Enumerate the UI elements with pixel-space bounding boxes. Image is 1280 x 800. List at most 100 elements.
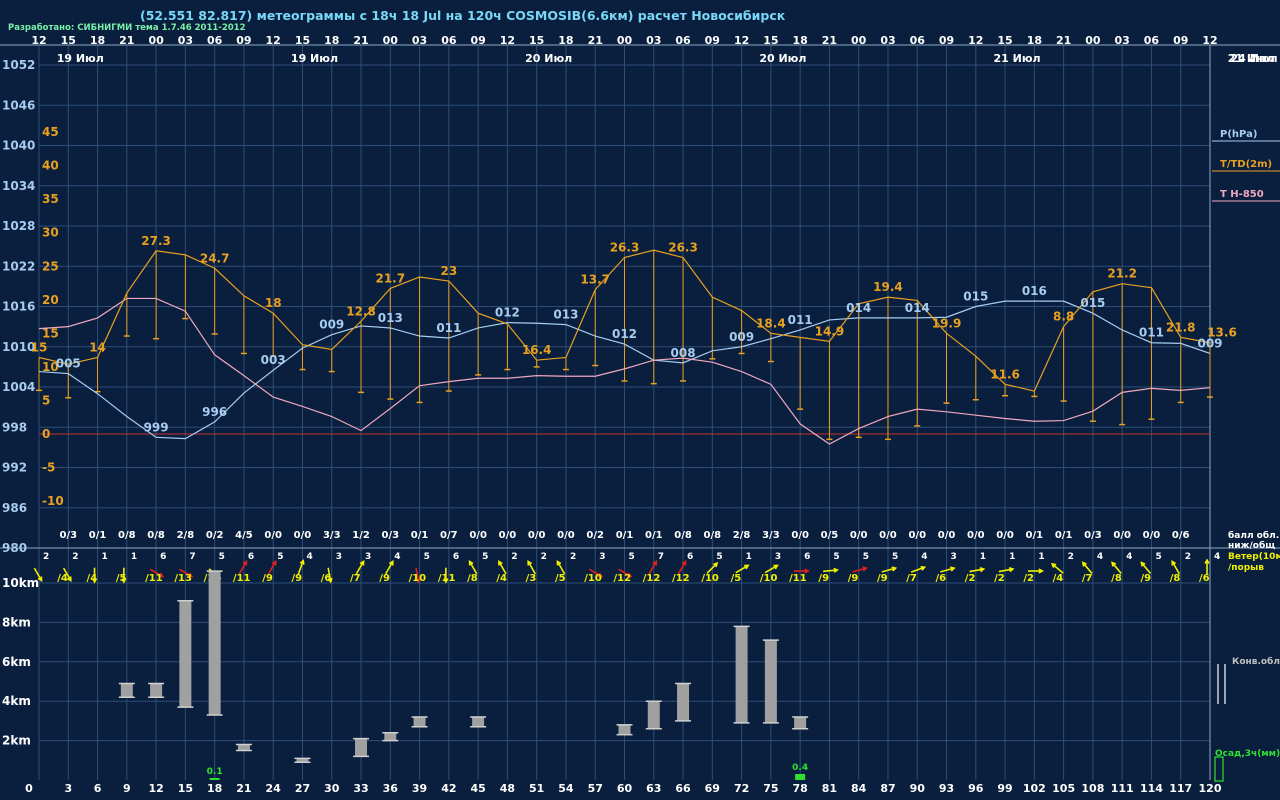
temperature-value-label: 14.9 <box>815 324 845 338</box>
top-axis-hour-label: 06 <box>441 34 457 47</box>
wind-speed-value: 2 <box>541 552 547 562</box>
height-tick-label: 8km <box>2 615 31 629</box>
bottom-axis-hour-label: 57 <box>588 782 603 795</box>
cloud-cover-value: 2/8 <box>177 530 195 541</box>
cloud-cover-value: 0/0 <box>557 530 575 541</box>
cloud-cover-value: 0/3 <box>382 530 400 541</box>
bottom-axis-hour-label: 78 <box>792 782 807 795</box>
legend-pressure: P(hPa) <box>1220 129 1257 140</box>
pressure-value-label: 013 <box>378 311 403 325</box>
wind-speed-value: 6 <box>453 552 459 562</box>
wind-speed-value: 1 <box>746 552 752 562</box>
pressure-tick-label: 1028 <box>2 219 35 233</box>
wind-speed-value: 3 <box>951 552 957 562</box>
convective-cloud-bar <box>794 716 807 729</box>
wind-arrow <box>267 561 277 575</box>
temperature-value-label: 19.9 <box>932 316 962 330</box>
top-axis-hour-label: 06 <box>1144 34 1160 47</box>
wind-gust-value: /4 <box>57 573 68 584</box>
wind-gust-value: /9 <box>877 573 888 584</box>
wind-gust-value: /7 <box>350 573 361 584</box>
wind-arrow <box>1140 562 1152 575</box>
left-axes: 1052104610401034102810221016101010049989… <box>2 58 64 748</box>
bottom-axis-hour-label: 105 <box>1052 782 1075 795</box>
pressure-value-label: 013 <box>553 308 578 322</box>
wind-speed-value: 6 <box>804 552 810 562</box>
top-axis-hour-label: 15 <box>295 34 310 47</box>
bottom-axis-hour-label: 24 <box>266 782 282 795</box>
pressure-value-label: 012 <box>495 306 520 320</box>
cloud-cover-value: 0/0 <box>908 530 926 541</box>
wind-speed-value: 5 <box>833 552 839 562</box>
wind-speed-value: 3 <box>365 552 371 562</box>
wind-speed-value: 5 <box>219 552 225 562</box>
cloud-cover-value: 0/7 <box>440 530 458 541</box>
top-axis-hour-label: 18 <box>792 34 807 47</box>
wind-speed-value: 2 <box>1068 552 1074 562</box>
wind-arrow <box>238 561 248 575</box>
wind-gust-value: /13 <box>174 573 192 584</box>
top-axis-hour-label: 12 <box>500 34 515 47</box>
bottom-axis-hour-label: 0 <box>25 782 33 795</box>
cloud-cover-value: 0/8 <box>118 530 136 541</box>
bottom-axis-hour-label: 93 <box>939 782 954 795</box>
temperature-value-label: 14 <box>89 340 106 354</box>
height-tick-label: 4km <box>2 694 31 708</box>
temperature-value-label: 21.2 <box>1107 267 1137 281</box>
top-axis-hour-label: 18 <box>1027 34 1042 47</box>
wind-speed-value: 1 <box>1038 552 1044 562</box>
wind-arrow <box>556 561 566 575</box>
top-axis-hour-label: 06 <box>207 34 223 47</box>
convective-cloud-bar <box>618 724 631 735</box>
legend-precip: Осад,3ч(мм) <box>1215 749 1280 759</box>
bottom-axis-hour-label: 33 <box>353 782 368 795</box>
temperature-tick-label: -10 <box>42 494 64 508</box>
wind-arrow <box>498 561 507 575</box>
pressure-tick-label: 986 <box>2 501 27 515</box>
bottom-axis-hour-label: 27 <box>295 782 310 795</box>
wind-speed-value: 5 <box>277 552 283 562</box>
value-labels: 15 14 27.3 24.7 18 12.8 21.7 23 16.4 13.7 26.3 26.3… <box>31 234 1237 434</box>
pressure-value-label: 012 <box>612 327 637 341</box>
temperature-value-label: 12.8 <box>346 304 376 318</box>
top-axis-hour-label: 06 <box>910 34 926 47</box>
top-axis-date-label: 20 Июл <box>525 52 572 65</box>
wind-arrow <box>1082 562 1093 575</box>
bottom-axis-hour-label: 84 <box>851 782 867 795</box>
top-axis-hour-label: 03 <box>1115 34 1130 47</box>
cloud-cover-value: 4/5 <box>235 530 253 541</box>
bottom-axis-hour-label: 111 <box>1111 782 1134 795</box>
height-tick-label: 6km <box>2 655 31 669</box>
cloud-cover-value: 0/8 <box>674 530 692 541</box>
cloud-cover-value: 0/0 <box>1143 530 1161 541</box>
bottom-axis-hour-label: 120 <box>1199 782 1222 795</box>
pressure-tick-label: 1040 <box>2 139 35 153</box>
convective-cloud-bar <box>647 701 660 729</box>
pressure-tick-label: 992 <box>2 461 27 475</box>
cloud-cover-value: 0/1 <box>1026 530 1044 541</box>
pressure-value-label: 015 <box>1080 296 1105 310</box>
bottom-axis-hour-label: 54 <box>558 782 574 795</box>
cloud-cover-value: 0/6 <box>1172 530 1190 541</box>
legend-conv: Конв.обл. <box>1232 656 1280 667</box>
wind-gust-value: /4 <box>496 573 507 584</box>
top-axis-hour-label: 03 <box>178 34 193 47</box>
top-axis-hour-label: 15 <box>997 34 1012 47</box>
temperature-value-label: 27.3 <box>141 234 171 248</box>
temperature-value-label: 21.8 <box>1166 320 1196 334</box>
bottom-axis-hour-label: 99 <box>997 782 1012 795</box>
cloud-cover-value: 0/0 <box>850 530 868 541</box>
top-axis-hour-label: 03 <box>646 34 661 47</box>
wind-arrow <box>355 561 365 575</box>
pressure-value-label: 008 <box>671 346 696 360</box>
wind-gust-value: /12 <box>614 573 632 584</box>
convective-cloud-bar <box>179 600 192 708</box>
meteogram-chart: 12 15 18 21 00 03 06 09 12 15 18 21 00 03 06 09 12 15 18 21… <box>0 34 1280 795</box>
pressure-tick-label: 1046 <box>2 98 35 112</box>
top-axis-hour-label: 00 <box>148 34 164 47</box>
wind-gust-value: /11 <box>233 573 251 584</box>
cloud-cover-value: 0/3 <box>59 530 77 541</box>
bottom-axis-hour-label: 69 <box>705 782 720 795</box>
wind-gust-value: /9 <box>848 573 859 584</box>
top-axis-date-label: 19 Июл <box>291 52 338 65</box>
